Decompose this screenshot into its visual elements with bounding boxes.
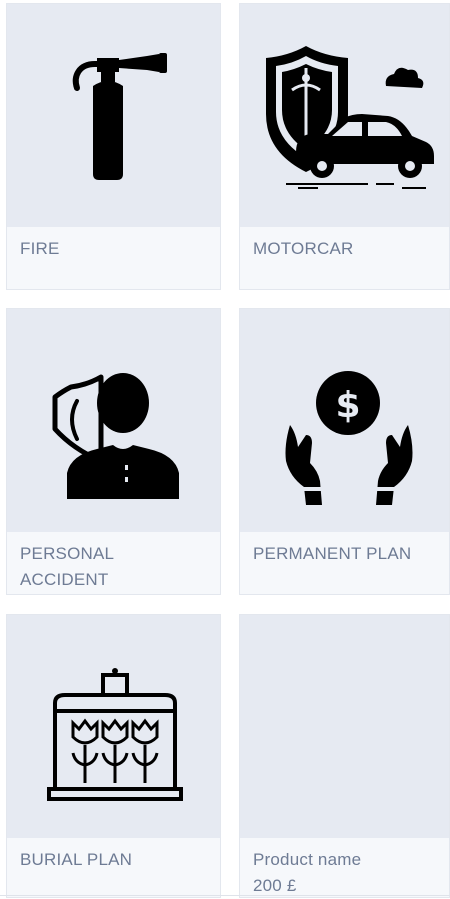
product-card-motorcar[interactable]: MOTORCAR [239,3,450,290]
product-label: BURIAL PLAN [20,850,133,869]
product-image: $ [240,309,449,532]
product-image [240,4,449,227]
product-card-permanent-plan[interactable]: $ PERMANENT PLAN [239,308,450,595]
svg-text:$: $ [335,385,360,426]
product-image [7,615,220,838]
divider [0,895,450,896]
fire-extinguisher-icon [72,53,167,180]
product-image-placeholder [240,615,449,838]
product-card-burial-plan[interactable]: BURIAL PLAN [6,614,221,898]
product-label: PERMANENT PLAN [253,544,412,563]
product-label: PERSONAL ACCIDENT [20,544,114,589]
product-label: FIRE [20,239,60,258]
product-image [7,309,220,532]
product-card-fire[interactable]: FIRE [6,3,221,290]
money-hands-icon: $ [285,371,413,505]
product-name: Product name [253,850,362,869]
product-image [7,4,220,227]
product-card-personal-accident[interactable]: PERSONAL ACCIDENT [6,308,221,595]
car-insurance-icon [266,46,434,189]
product-card-placeholder[interactable]: Product name 200 £ [239,614,450,898]
burial-casket-icon [47,668,183,801]
personal-protection-icon [52,373,179,499]
product-label: MOTORCAR [253,239,354,258]
